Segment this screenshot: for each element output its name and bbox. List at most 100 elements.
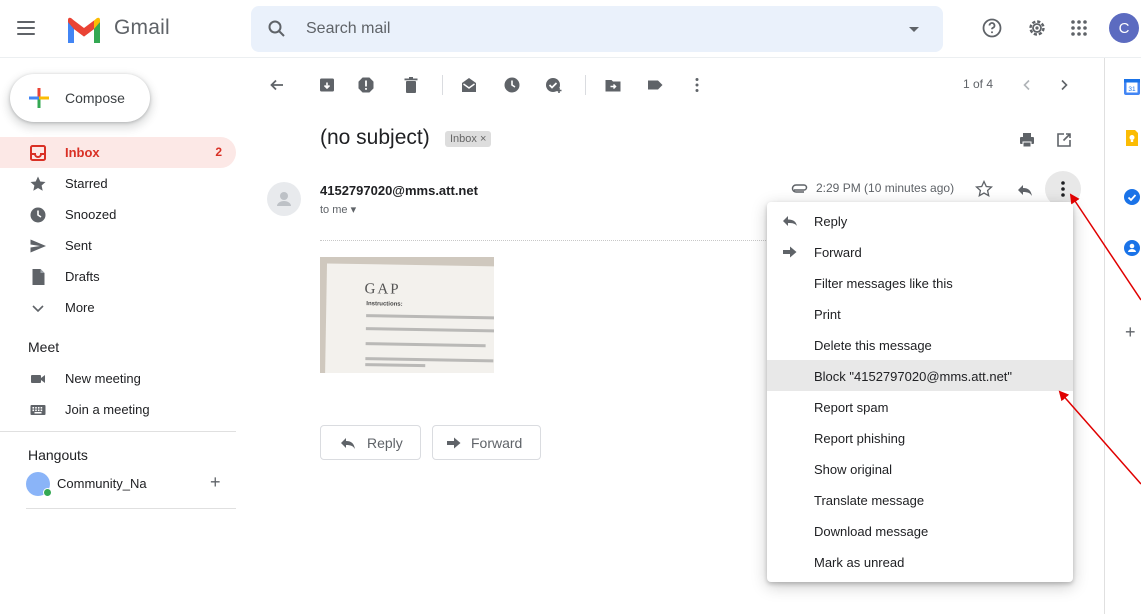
menu-item-reply[interactable]: Reply [767, 205, 1073, 236]
image-attachment[interactable]: GAP Instructions: [320, 257, 494, 373]
more-options-icon[interactable] [688, 76, 706, 94]
tasks-icon[interactable] [1123, 188, 1141, 206]
search-bar[interactable]: Search mail [251, 6, 943, 52]
search-options-icon[interactable] [909, 27, 919, 32]
menu-item-label: Mark as unread [814, 555, 905, 570]
menu-item-report-spam[interactable]: Report spam [767, 391, 1073, 422]
person-icon [277, 192, 291, 206]
chevron-right-icon[interactable] [1055, 76, 1073, 94]
delete-icon[interactable] [402, 76, 420, 94]
open-in-new-window-icon[interactable] [1055, 131, 1073, 149]
report-spam-icon[interactable] [357, 76, 375, 94]
sidebar-item-sent[interactable]: Sent [0, 230, 236, 261]
keep-icon[interactable] [1123, 129, 1141, 147]
menu-item-translate[interactable]: Translate message [767, 484, 1073, 515]
compose-label: Compose [65, 90, 125, 106]
page-counter: 1 of 4 [963, 77, 994, 91]
menu-item-delete[interactable]: Delete this message [767, 329, 1073, 360]
menu-item-label: Download message [814, 524, 929, 539]
menu-item-label: Report spam [814, 400, 889, 415]
toolbar-divider [585, 75, 586, 95]
recipient-label: to me [320, 204, 348, 216]
menu-item-label: Block "4152797020@mms.att.net" [814, 369, 1013, 384]
search-icon[interactable] [267, 19, 287, 39]
sidebar-divider [0, 431, 236, 432]
get-addons-button[interactable]: + [1125, 322, 1136, 343]
menu-item-label: Print [814, 307, 841, 322]
chevron-down-icon [32, 305, 44, 313]
archive-icon[interactable] [318, 76, 336, 94]
reply-icon [783, 216, 797, 226]
menu-item-mark-unread[interactable]: Mark as unread [767, 546, 1073, 577]
move-to-icon[interactable] [604, 76, 622, 94]
clock-icon [30, 207, 46, 223]
sidebar-item-label: Sent [65, 238, 92, 253]
svg-text:31: 31 [1128, 86, 1136, 93]
chevron-left-icon[interactable] [1018, 76, 1036, 94]
attachment-preview: GAP Instructions: [325, 263, 494, 373]
meet-heading: Meet [28, 339, 60, 355]
message-subject: (no subject) [320, 126, 430, 149]
print-icon[interactable] [1018, 131, 1036, 149]
help-icon[interactable] [980, 16, 1004, 40]
menu-item-label: Forward [814, 245, 862, 260]
menu-item-report-phishing[interactable]: Report phishing [767, 422, 1073, 453]
menu-item-label: Report phishing [814, 431, 906, 446]
menu-item-download[interactable]: Download message [767, 515, 1073, 546]
search-input[interactable]: Search mail [306, 20, 390, 38]
hangouts-user[interactable]: Community_Na + [26, 472, 236, 497]
label-icon[interactable] [646, 76, 664, 94]
menu-item-forward[interactable]: Forward [767, 236, 1073, 267]
reply-icon[interactable] [1016, 181, 1034, 199]
sidebar-item-label: More [65, 300, 95, 315]
star-outline-icon[interactable] [975, 180, 993, 198]
toolbar-divider [442, 75, 443, 95]
account-avatar[interactable]: C [1109, 13, 1139, 43]
sidebar-item-label: Inbox [65, 145, 100, 160]
sidebar-item-starred[interactable]: Starred [0, 168, 236, 199]
video-icon [31, 375, 45, 383]
sidebar-item-new-meeting[interactable]: New meeting [0, 363, 236, 394]
gear-icon[interactable] [1025, 16, 1049, 40]
top-bar: Gmail Search mail C [0, 0, 1141, 58]
mark-unread-icon[interactable] [460, 76, 478, 94]
reply-icon [341, 438, 355, 449]
sidebar-item-snoozed[interactable]: Snoozed [0, 199, 236, 230]
hangouts-heading: Hangouts [28, 447, 88, 463]
add-to-tasks-icon[interactable] [545, 76, 563, 94]
forward-icon [783, 246, 797, 258]
sidebar-item-label: Snoozed [65, 207, 117, 222]
snooze-clock-icon[interactable] [503, 76, 521, 94]
gmail-logo[interactable] [66, 17, 102, 43]
menu-item-block-sender[interactable]: Block "4152797020@mms.att.net" [767, 360, 1073, 391]
hangouts-user-name: Community_Na [57, 476, 147, 491]
apps-grid-icon[interactable] [1067, 16, 1091, 40]
menu-item-filter[interactable]: Filter messages like this [767, 267, 1073, 298]
menu-item-print[interactable]: Print [767, 298, 1073, 329]
star-icon [30, 176, 46, 191]
sender-avatar [267, 182, 301, 216]
sidebar-item-inbox[interactable]: Inbox 2 [0, 137, 236, 168]
chevron-down-icon[interactable]: ▾ [351, 204, 357, 216]
sender-address: 4152797020@mms.att.net [320, 183, 478, 198]
forward-button[interactable]: Forward [432, 425, 541, 460]
sidebar-item-drafts[interactable]: Drafts [0, 261, 236, 292]
sidebar-item-label: Starred [65, 176, 108, 191]
calendar-icon[interactable]: 31 [1123, 78, 1141, 96]
sidebar-item-join-meeting[interactable]: Join a meeting [0, 394, 236, 425]
contacts-icon[interactable] [1123, 239, 1141, 257]
back-arrow-icon[interactable] [268, 76, 286, 94]
main-menu-icon[interactable] [12, 14, 40, 42]
menu-item-show-original[interactable]: Show original [767, 453, 1073, 484]
forward-button-label: Forward [471, 435, 523, 451]
compose-plus-icon [29, 88, 49, 108]
add-contact-button[interactable]: + [210, 472, 221, 493]
sidebar-item-more[interactable]: More [0, 292, 236, 323]
inbox-label-chip[interactable]: Inbox × [445, 131, 492, 147]
keyboard-icon [30, 405, 46, 415]
reply-button[interactable]: Reply [320, 425, 421, 460]
draft-icon [32, 269, 45, 285]
recipient-details[interactable]: to me ▾ [320, 203, 356, 216]
online-status-icon [43, 488, 52, 497]
compose-button[interactable]: Compose [10, 74, 150, 122]
